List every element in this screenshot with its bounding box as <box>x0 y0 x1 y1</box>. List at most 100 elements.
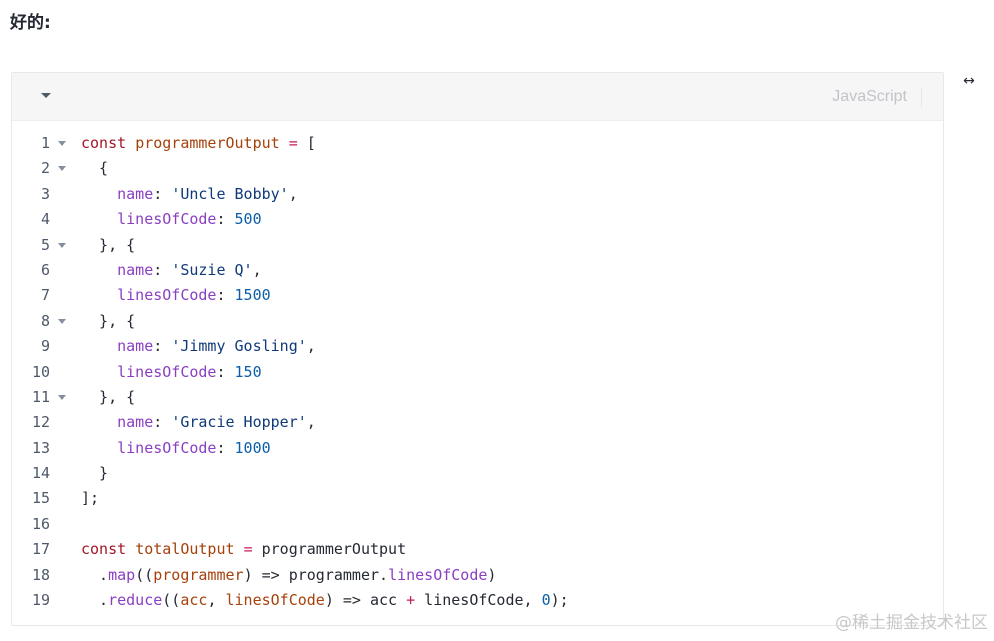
code-line: 6 name: 'Suzie Q', <box>12 258 943 283</box>
code-token: linesOfCode <box>117 362 217 381</box>
code-token: acc <box>180 591 208 610</box>
code-text: .reduce((acc, linesOfCode) => acc + line… <box>81 588 569 613</box>
code-token: const <box>81 540 136 559</box>
code-token: [ <box>297 134 316 152</box>
code-line: 2 { <box>12 156 943 181</box>
line-number: 6 <box>40 260 50 279</box>
code-token: programmerOutput <box>252 540 407 559</box>
code-token: : <box>153 337 172 356</box>
line-number: 17 <box>31 540 50 559</box>
code-token: , <box>288 184 298 203</box>
code-token: programmer <box>153 565 244 584</box>
code-token: 1500 <box>234 286 271 305</box>
language-label: JavaScript <box>832 88 907 105</box>
code-line: 13 linesOfCode: 1000 <box>12 436 943 461</box>
code-token: : <box>153 260 172 279</box>
code-text: { <box>81 156 108 181</box>
code-token: } <box>81 464 109 483</box>
code-text: name: 'Uncle Bobby', <box>81 182 298 207</box>
watermark: @稀土掘金技术社区 <box>835 613 988 633</box>
fold-caret-icon[interactable] <box>58 242 66 248</box>
code-token: name <box>117 184 154 203</box>
code-token: map <box>108 565 136 584</box>
code-token: : <box>153 413 172 432</box>
code-token: , <box>207 591 226 610</box>
code-text: .map((programmer) => programmer.linesOfC… <box>81 563 496 588</box>
code-line: 19 .reduce((acc, linesOfCode) => acc + l… <box>12 588 943 613</box>
code-token: { <box>81 159 109 178</box>
code-token: ) => acc <box>324 591 407 610</box>
code-token: : <box>216 438 235 457</box>
code-text: } <box>81 461 108 486</box>
code-line: 1 const programmerOutput = [ <box>12 131 943 156</box>
code-token: }, { <box>81 235 136 254</box>
code-token: name <box>117 260 154 279</box>
code-line: 18 .map((programmer) => programmer.lines… <box>12 563 943 588</box>
code-line: 3 name: 'Uncle Bobby', <box>12 182 943 207</box>
code-token: 150 <box>234 362 262 381</box>
line-number: 18 <box>31 565 50 584</box>
line-number: 11 <box>31 387 50 406</box>
line-number: 9 <box>40 337 50 356</box>
code-token: linesOfCode <box>117 438 217 457</box>
code-token: . <box>81 591 109 610</box>
code-token: + <box>406 591 416 610</box>
code-token: , <box>252 260 262 279</box>
code-token: , <box>306 337 316 356</box>
code-line: 10 linesOfCode: 150 <box>12 360 943 385</box>
line-number: 19 <box>31 591 50 610</box>
code-token: ); <box>550 591 569 610</box>
code-line: 9 name: 'Jimmy Gosling', <box>12 334 943 359</box>
code-text: }, { <box>81 233 135 258</box>
code-token: = <box>243 540 253 559</box>
code-token: linesOfCode <box>117 210 217 229</box>
fold-caret-icon[interactable] <box>58 394 66 400</box>
caret-down-icon[interactable] <box>38 87 54 103</box>
code-token: ) => programmer. <box>243 565 389 584</box>
code-line: 17 const totalOutput = programmerOutput <box>12 537 943 562</box>
code-token: . <box>81 565 109 584</box>
wrap-lines-icon[interactable]: ↔ <box>958 71 980 91</box>
code-text: const totalOutput = programmerOutput <box>81 537 406 562</box>
code-text: linesOfCode: 1500 <box>81 283 271 308</box>
code-token: linesOfCode <box>225 591 325 610</box>
code-token: 0 <box>541 591 551 610</box>
code-token: 'Jimmy Gosling' <box>171 337 307 356</box>
code-token: : <box>216 286 235 305</box>
code-token: (( <box>162 591 181 610</box>
line-number: 5 <box>40 235 50 254</box>
code-token: : <box>216 362 235 381</box>
code-text: }, { <box>81 309 135 334</box>
code-token: linesOfCode, <box>415 591 542 610</box>
line-number: 16 <box>31 514 50 533</box>
code-line: 16 <box>12 512 943 537</box>
fold-caret-icon[interactable] <box>58 166 66 172</box>
code-text: ]; <box>81 486 99 511</box>
code-line: 7 linesOfCode: 1500 <box>12 283 943 308</box>
header-divider <box>921 88 922 107</box>
fold-caret-icon[interactable] <box>58 141 66 146</box>
code-line: 5 }, { <box>12 233 943 258</box>
line-number: 7 <box>40 286 50 305</box>
line-number: 3 <box>40 184 50 203</box>
code-token: }, { <box>81 387 136 406</box>
code-token: reduce <box>108 591 163 610</box>
code-line: 12 name: 'Gracie Hopper', <box>12 410 943 435</box>
code-text: linesOfCode: 150 <box>81 360 262 385</box>
code-line: 4 linesOfCode: 500 <box>12 207 943 232</box>
code-token: 'Uncle Bobby' <box>171 184 289 203</box>
fold-caret-icon[interactable] <box>58 318 66 324</box>
line-number: 12 <box>31 413 50 432</box>
code-line: 14 } <box>12 461 943 486</box>
code-line: 11 }, { <box>12 385 943 410</box>
code-token: linesOfCode <box>388 565 488 584</box>
